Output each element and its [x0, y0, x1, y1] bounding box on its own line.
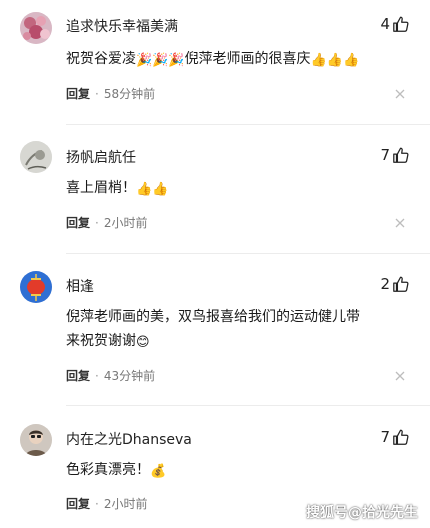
thumbs-up-icon	[393, 16, 409, 32]
flower-photo-icon	[20, 12, 52, 44]
thumbs-up-emoji-icon: 👍	[310, 53, 327, 68]
reply-button[interactable]: 回复	[66, 214, 90, 231]
comment-text: 色彩真漂亮！💰	[66, 458, 411, 484]
reply-button[interactable]: 回复	[66, 85, 90, 102]
separator-dot: ·	[95, 86, 99, 101]
reply-button[interactable]: 回复	[66, 367, 90, 384]
smile-emoji-icon: 😊	[136, 335, 150, 350]
comment-meta: 回复 · 2小时前	[66, 495, 147, 512]
avatar[interactable]	[20, 271, 52, 303]
comment-text: 喜上眉梢！👍👍	[66, 176, 411, 202]
username[interactable]: 追求快乐幸福美满	[66, 16, 178, 36]
money-bag-emoji-icon: 💰	[150, 464, 167, 479]
thumbs-up-icon	[393, 147, 409, 163]
close-icon[interactable]	[394, 88, 406, 100]
separator-dot: ·	[95, 496, 99, 511]
like-count: 4	[380, 15, 390, 33]
thumbs-up-icon	[393, 429, 409, 445]
timestamp: 2小时前	[103, 216, 148, 230]
like-button[interactable]: 7	[380, 428, 410, 446]
divider	[66, 124, 430, 125]
comment-meta: 回复 · 2小时前	[66, 214, 147, 231]
avatar[interactable]	[20, 12, 52, 44]
divider	[66, 405, 430, 406]
party-popper-icon: 🎉	[168, 53, 185, 68]
thumbs-up-emoji-icon: 👍	[342, 53, 360, 68]
username[interactable]: 相逢	[66, 276, 94, 296]
comment-meta: 回复 · 43分钟前	[66, 367, 155, 384]
timestamp: 43分钟前	[103, 369, 156, 383]
like-button[interactable]: 4	[380, 15, 410, 33]
timestamp: 58分钟前	[103, 87, 156, 101]
separator-dot: ·	[95, 215, 99, 230]
sketch-photo-icon	[20, 141, 52, 173]
party-popper-icon: 🎉	[136, 53, 153, 68]
like-count: 7	[380, 146, 390, 164]
comment-text: 倪萍老师画的美，双鸟报喜给我们的运动健儿带 来祝贺谢谢😊	[66, 305, 411, 355]
separator-dot: ·	[95, 368, 99, 383]
comment-text: 祝贺谷爱凌🎉🎉🎉倪萍老师画的很喜庆👍👍👍	[66, 47, 411, 73]
divider	[66, 253, 430, 254]
avatar[interactable]	[20, 141, 52, 173]
like-button[interactable]: 7	[380, 146, 410, 164]
person-photo-icon	[20, 424, 52, 456]
close-icon[interactable]	[394, 217, 406, 229]
reply-button[interactable]: 回复	[66, 495, 90, 512]
thumbs-up-emoji-icon: 👍	[152, 182, 169, 197]
like-count: 2	[380, 275, 390, 293]
lantern-icon	[20, 271, 52, 303]
party-popper-icon: 🎉	[152, 53, 169, 68]
username[interactable]: 扬帆启航任	[66, 147, 136, 167]
avatar[interactable]	[20, 424, 52, 456]
username[interactable]: 内在之光Dhanseva	[66, 429, 192, 449]
like-button[interactable]: 2	[380, 275, 410, 293]
close-icon[interactable]	[394, 370, 406, 382]
thumbs-up-emoji-icon: 👍	[136, 182, 153, 197]
thumbs-up-icon	[393, 276, 409, 292]
comment-meta: 回复 · 58分钟前	[66, 85, 155, 102]
thumbs-up-emoji-icon: 👍	[326, 53, 343, 68]
watermark: 搜狐号@拾光先生	[306, 505, 418, 521]
like-count: 7	[380, 428, 390, 446]
timestamp: 2小时前	[103, 497, 148, 511]
